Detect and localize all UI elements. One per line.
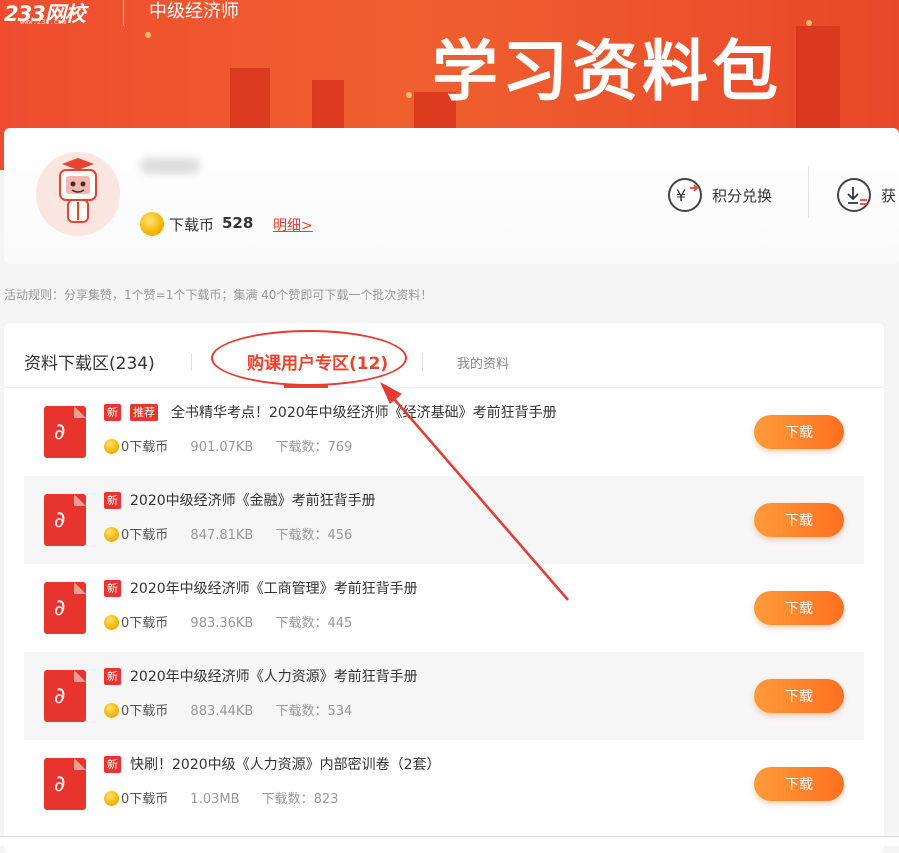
download-button[interactable]: 下载 [754, 415, 844, 449]
banner-sparkle [806, 20, 812, 26]
coin-balance: 528 [222, 214, 254, 232]
download-button[interactable]: 下载 [754, 767, 844, 801]
coin-icon [104, 615, 119, 630]
resource-title[interactable]: 全书精华考点！2020年中级经济师《经济基础》考前狂背手册 [171, 402, 557, 422]
coin-label: 下载币 [169, 216, 215, 234]
coin-icon [104, 439, 119, 454]
resource-title[interactable]: 2020中级经济师《金融》考前狂背手册 [130, 490, 376, 510]
site-logo-url: www.233.com [20, 18, 67, 26]
list-item: ∂ 新 2020年中级经济师《工商管理》考前狂背手册 0下载币 983.36KB… [24, 564, 864, 652]
coin-icon [104, 791, 119, 806]
list-item: ∂ 新 推荐 全书精华考点！2020年中级经济师《经济基础》考前狂背手册 0下载… [24, 388, 864, 476]
new-badge: 新 [104, 492, 121, 509]
list-item: ∂ 新 2020中级经济师《金融》考前狂背手册 0下载币 847.81KB 下载… [24, 476, 864, 564]
activity-rules: 活动规则：分享集赞，1个赞=1个下载币；集满 40个赞即可下载一个批次资料！ [4, 288, 433, 302]
resource-meta: 0下载币 1.03MB 下载数：823 [104, 788, 338, 807]
avatar [36, 152, 120, 236]
banner-sparkle [145, 32, 151, 38]
list-item: ∂ 新 2020年中级经济师《人力资源》考前狂背手册 0下载币 883.44KB… [24, 652, 864, 740]
pdf-icon: ∂ [44, 758, 86, 810]
resource-size: 901.07KB [190, 440, 254, 455]
resource-size: 983.36KB [190, 616, 254, 631]
download-count: 下载数：456 [275, 528, 353, 543]
resource-title[interactable]: 2020年中级经济师《工商管理》考前狂背手册 [130, 578, 418, 598]
status-strip [0, 836, 899, 846]
pdf-icon: ∂ [44, 582, 86, 634]
tab-divider [422, 353, 423, 371]
new-badge: 新 [104, 756, 121, 773]
username-blurred [140, 158, 200, 174]
download-count: 下载数：534 [275, 704, 353, 719]
new-badge: 新 [104, 404, 121, 421]
resource-price: 0下载币 [121, 440, 169, 455]
resource-meta: 0下载币 901.07KB 下载数：769 [104, 436, 352, 455]
yuan-exchange-icon: ¥ [668, 178, 702, 212]
new-badge: 新 [104, 580, 121, 597]
download-list-icon [837, 178, 871, 212]
points-exchange-button[interactable]: ¥ 积分兑换 [668, 178, 772, 212]
mascot-icon [36, 152, 120, 236]
download-count: 下载数：769 [275, 440, 353, 455]
page-title: 学习资料包 [432, 32, 782, 110]
resource-price: 0下载币 [121, 616, 169, 631]
resource-price: 0下载币 [121, 792, 169, 807]
coin-icon [104, 527, 119, 542]
new-badge: 新 [104, 668, 121, 685]
action-divider [808, 166, 809, 218]
coin-icon [140, 212, 164, 236]
resource-list: ∂ 新 推荐 全书精华考点！2020年中级经济师《经济基础》考前狂背手册 0下载… [24, 388, 864, 828]
resource-size: 1.03MB [190, 792, 240, 807]
download-button[interactable]: 下载 [754, 679, 844, 713]
tab-bar: 资料下载区(234) 购课用户专区(12) 我的资料 [4, 323, 884, 388]
pdf-icon: ∂ [44, 494, 86, 546]
resource-title[interactable]: 2020年中级经济师《人力资源》考前狂背手册 [130, 666, 418, 686]
resource-size: 847.81KB [190, 528, 254, 543]
coin-icon [104, 703, 119, 718]
resource-price: 0下载币 [121, 704, 169, 719]
user-profile-card: 下载币 528 明细> ¥ 积分兑换 获 [4, 128, 899, 264]
download-count: 下载数：445 [275, 616, 353, 631]
resource-panel: 资料下载区(234) 购课用户专区(12) 我的资料 ∂ 新 推荐 全书精华考点… [4, 323, 884, 853]
get-coins-label: 获 [881, 186, 897, 205]
tab-resource-download[interactable]: 资料下载区(234) [24, 349, 155, 374]
exam-subject[interactable]: 中级经济师 [149, 0, 239, 24]
resource-meta: 0下载币 983.36KB 下载数：445 [104, 612, 352, 631]
header-divider [123, 0, 124, 26]
tab-divider [191, 353, 192, 371]
pdf-icon: ∂ [44, 670, 86, 722]
resource-title[interactable]: 快刷！2020中级《人力资源》内部密训卷（2套） [130, 754, 441, 774]
resource-price: 0下载币 [121, 528, 169, 543]
pdf-icon: ∂ [44, 406, 86, 458]
annotation-ellipse [211, 330, 407, 386]
get-coins-button[interactable]: 获 [837, 178, 896, 212]
resource-meta: 0下载币 883.44KB 下载数：534 [104, 700, 352, 719]
download-button[interactable]: 下载 [754, 591, 844, 625]
download-count: 下载数：823 [261, 792, 339, 807]
download-button[interactable]: 下载 [754, 503, 844, 537]
banner-sparkle [406, 92, 412, 98]
list-item: ∂ 新 快刷！2020中级《人力资源》内部密训卷（2套） 0下载币 1.03MB… [24, 740, 864, 828]
svg-text:¥: ¥ [676, 186, 686, 205]
resource-meta: 0下载币 847.81KB 下载数：456 [104, 524, 352, 543]
coin-detail-link[interactable]: 明细> [273, 215, 313, 235]
tab-my-resources[interactable]: 我的资料 [457, 353, 509, 372]
resource-size: 883.44KB [190, 704, 254, 719]
recommend-badge: 推荐 [130, 404, 158, 421]
points-exchange-label: 积分兑换 [712, 186, 773, 205]
